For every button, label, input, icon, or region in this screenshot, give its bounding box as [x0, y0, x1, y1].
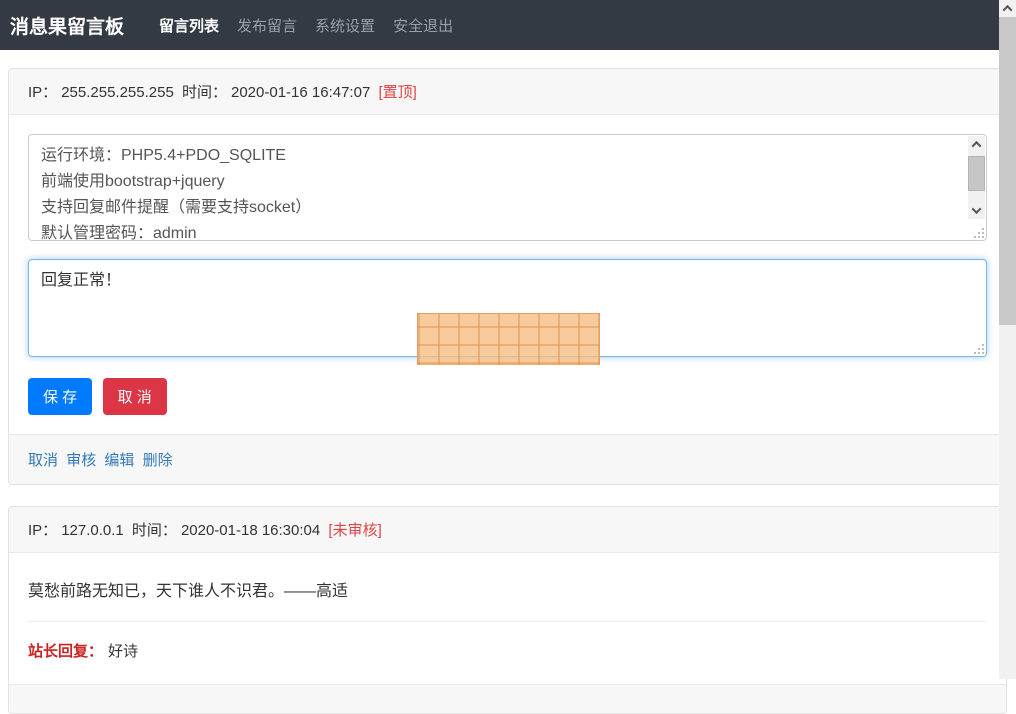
divider [28, 621, 987, 622]
pinned-badge: [置顶] [378, 84, 416, 101]
resize-grip-icon[interactable] [973, 227, 984, 238]
app-brand[interactable]: 消息果留言板 [10, 12, 124, 39]
nav-item-message-list[interactable]: 留言列表 [150, 7, 228, 44]
message-header: IP：255.255.255.255 时间：2020-01-16 16:47:0… [9, 69, 1006, 115]
unreviewed-badge: [未审核] [328, 522, 381, 539]
page-scrollbar[interactable] [999, 0, 1016, 679]
nav-item-logout[interactable]: 安全退出 [384, 7, 462, 44]
message-view-body: 莫愁前路无知已，天下谁人不识君。——高适 站长回复： 好诗 [9, 553, 1006, 684]
admin-reply: 站长回复： 好诗 [28, 640, 987, 665]
message-card-view: IP：127.0.0.1 时间：2020-01-18 16:30:04 [未审核… [8, 506, 1007, 714]
time-value: 2020-01-16 16:47:07 [231, 84, 370, 101]
message-actions-footer: 取消 审核 编辑 删除 [9, 434, 1006, 484]
chevron-up-icon [1003, 5, 1013, 15]
nav-item-post-message[interactable]: 发布留言 [228, 7, 306, 44]
top-navbar: 消息果留言板 留言列表 发布留言 系统设置 安全退出 [0, 0, 999, 50]
resize-grip-icon[interactable] [973, 343, 984, 354]
time-value: 2020-01-18 16:30:04 [181, 522, 320, 539]
chevron-down-icon [972, 204, 982, 214]
page-scrollbar-thumb[interactable] [999, 17, 1016, 325]
ip-value: 255.255.255.255 [61, 84, 174, 101]
action-link-cancel[interactable]: 取消 [28, 452, 58, 469]
edit-actions: 保 存 取 消 [28, 378, 987, 415]
message-content-textarea[interactable]: 运行环境：PHP5.4+PDO_SQLITE 前端使用bootstrap+jqu… [28, 134, 987, 241]
time-label: 时间： [182, 84, 227, 101]
admin-reply-label: 站长回复： [28, 643, 103, 660]
scrollbar-thumb[interactable] [968, 156, 985, 191]
ip-label: IP： [28, 84, 57, 101]
nav-item-system-settings[interactable]: 系统设置 [306, 7, 384, 44]
message-actions-footer [9, 684, 1006, 713]
message-edit-body: 运行环境：PHP5.4+PDO_SQLITE 前端使用bootstrap+jqu… [9, 115, 1006, 434]
cancel-button[interactable]: 取 消 [103, 378, 167, 415]
chevron-up-icon [972, 141, 982, 151]
textarea-scrollbar[interactable] [968, 136, 985, 219]
admin-reply-text: 好诗 [108, 643, 138, 660]
ip-value: 127.0.0.1 [61, 522, 124, 539]
reply-textarea-wrap: 回复正常！ [28, 259, 987, 357]
save-button[interactable]: 保 存 [28, 378, 92, 415]
action-link-approve[interactable]: 审核 [66, 452, 96, 469]
message-text: 莫愁前路无知已，天下谁人不识君。——高适 [28, 572, 987, 603]
page-scroll-up-icon[interactable] [999, 0, 1016, 17]
reply-textarea[interactable]: 回复正常！ [28, 259, 987, 357]
action-link-edit[interactable]: 编辑 [104, 452, 134, 469]
message-header: IP：127.0.0.1 时间：2020-01-18 16:30:04 [未审核… [9, 507, 1006, 553]
time-label: 时间： [132, 522, 177, 539]
scroll-up-icon[interactable] [968, 136, 985, 153]
navbar-menu: 留言列表 发布留言 系统设置 安全退出 [150, 7, 462, 44]
content-textarea-wrap: 运行环境：PHP5.4+PDO_SQLITE 前端使用bootstrap+jqu… [28, 134, 987, 241]
ip-label: IP： [28, 522, 57, 539]
message-card-editing: IP：255.255.255.255 时间：2020-01-16 16:47:0… [8, 68, 1007, 485]
action-link-delete[interactable]: 删除 [143, 452, 173, 469]
scroll-down-icon[interactable] [968, 202, 985, 219]
